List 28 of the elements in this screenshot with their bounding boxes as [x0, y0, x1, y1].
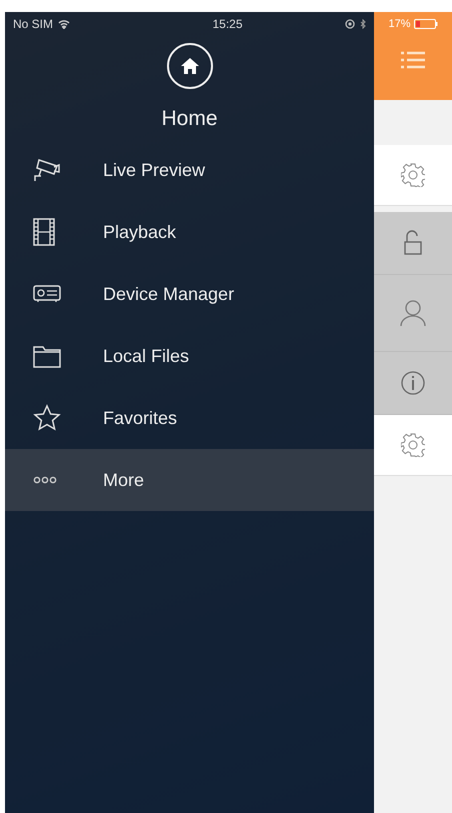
- list-icon[interactable]: [401, 50, 425, 70]
- gear-icon[interactable]: [401, 433, 425, 457]
- carrier-label: No SIM: [13, 17, 54, 31]
- film-icon: [33, 218, 55, 246]
- home-button[interactable]: [166, 43, 212, 89]
- menu-item[interactable]: Local Files: [5, 325, 374, 387]
- camera-icon: [33, 157, 61, 183]
- bluetooth-icon: [360, 19, 366, 29]
- unlocked-padlock-icon[interactable]: [404, 230, 422, 256]
- battery-icon: [414, 19, 438, 29]
- user-icon[interactable]: [400, 299, 426, 327]
- menu-item[interactable]: Device Manager: [5, 263, 374, 325]
- menu-item[interactable]: Playback: [5, 201, 374, 263]
- wifi-icon: [58, 20, 70, 28]
- battery-percent: 17%: [388, 18, 411, 30]
- home-title: Home: [161, 107, 218, 131]
- menu-item[interactable]: More: [5, 449, 374, 511]
- device-icon: [33, 284, 61, 304]
- info-icon[interactable]: [401, 371, 425, 395]
- menu-item[interactable]: Favorites: [5, 387, 374, 449]
- star-icon: [33, 404, 61, 432]
- clock-time: 15:25: [211, 17, 243, 31]
- more-icon: [33, 476, 57, 484]
- gear-icon[interactable]: [401, 163, 425, 187]
- folder-icon: [33, 344, 61, 368]
- home-icon: [180, 57, 200, 75]
- menu-item[interactable]: Live Preview: [5, 139, 374, 201]
- lock-rotation-icon: [344, 19, 355, 29]
